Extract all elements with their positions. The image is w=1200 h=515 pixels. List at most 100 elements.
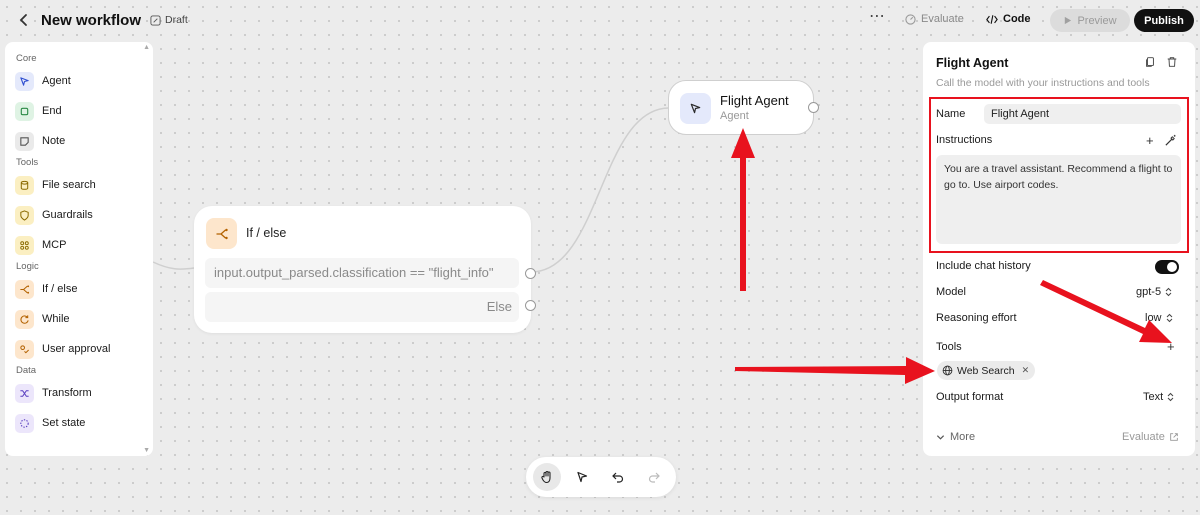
palette-item-label: File search <box>42 179 96 191</box>
draft-badge: Draft <box>150 14 188 26</box>
code-icon <box>986 14 998 24</box>
agent-node-subtitle: Agent <box>720 110 749 122</box>
palette-item-label: Agent <box>42 75 71 87</box>
preview-label: Preview <box>1077 14 1117 27</box>
palette-item-label: End <box>42 105 62 117</box>
palette-item-label: Transform <box>42 387 92 399</box>
section-tools: Tools <box>16 157 39 168</box>
shuffle-icon <box>15 383 34 403</box>
shield-icon <box>15 205 34 225</box>
palette-item-mcp[interactable]: MCP <box>5 230 153 260</box>
condition-output-port[interactable] <box>525 268 536 279</box>
palette-item-user-approval[interactable]: User approval <box>5 334 153 364</box>
section-data: Data <box>16 365 37 376</box>
else-output-port[interactable] <box>525 300 536 311</box>
more-options-button[interactable]: ⋯ <box>868 9 886 28</box>
dotted-circle-icon <box>15 413 34 433</box>
name-field[interactable] <box>984 104 1181 124</box>
chevron-down-icon <box>936 434 945 440</box>
reasoning-label: Reasoning effort <box>936 312 1017 324</box>
inspector-title: Flight Agent <box>936 56 1009 70</box>
external-link-icon <box>1170 433 1178 441</box>
code-label: Code <box>1003 13 1031 25</box>
agent-cursor-icon <box>15 71 34 91</box>
tool-chip-label: Web Search <box>957 364 1015 377</box>
palette-item-label: Guardrails <box>42 209 93 221</box>
more-toggle[interactable]: More <box>936 431 975 443</box>
agent-output-port[interactable] <box>808 102 819 113</box>
approval-icon <box>15 339 34 359</box>
model-select[interactable]: gpt-5 <box>1136 286 1172 298</box>
palette-item-label: If / else <box>42 283 78 295</box>
palette-item-transform[interactable]: Transform <box>5 378 153 408</box>
remove-tool-icon[interactable]: ✕ <box>1022 365 1030 376</box>
palette-item-while[interactable]: While <box>5 304 153 334</box>
undo-icon[interactable] <box>604 463 632 491</box>
workflow-title[interactable]: New workflow <box>41 12 141 29</box>
tool-chip-web-search[interactable]: Web Search ✕ <box>937 361 1036 380</box>
evaluate-button[interactable]: Evaluate <box>905 13 964 25</box>
play-icon <box>1065 16 1072 25</box>
model-value: gpt-5 <box>1136 286 1162 298</box>
condition-branch[interactable]: input.output_parsed.classification == "f… <box>205 258 519 288</box>
palette-item-end[interactable]: End <box>5 96 153 126</box>
if-else-title: If / else <box>246 226 287 240</box>
canvas-toolbar <box>526 457 676 497</box>
palette-item-if-else[interactable]: If / else <box>5 274 153 304</box>
palette-item-file-search[interactable]: File search <box>5 170 153 200</box>
node-inspector-panel: Flight Agent Call the model with your in… <box>923 42 1195 456</box>
inspector-description: Call the model with your instructions an… <box>936 77 1150 89</box>
section-core: Core <box>16 53 37 64</box>
reasoning-value: low <box>1145 312 1162 324</box>
add-tool-icon[interactable]: + <box>1167 339 1175 354</box>
agent-node-title: Flight Agent <box>720 93 789 108</box>
palette-item-label: User approval <box>42 343 111 355</box>
output-format-select[interactable]: Text <box>1143 391 1174 403</box>
magic-wand-icon[interactable] <box>1164 134 1177 147</box>
chevron-updown-icon <box>1166 313 1172 323</box>
note-icon <box>15 131 34 151</box>
preview-button[interactable]: Preview <box>1050 9 1130 32</box>
chat-history-label: Include chat history <box>936 260 1031 272</box>
palette-item-label: MCP <box>42 239 67 251</box>
node-palette: ▲ Core Agent End Note Tools File search … <box>5 42 153 456</box>
output-format-value: Text <box>1143 391 1164 403</box>
copy-icon[interactable] <box>1144 55 1158 69</box>
name-label: Name <box>936 108 966 120</box>
trash-icon[interactable] <box>1166 55 1180 69</box>
instructions-textarea[interactable] <box>936 155 1181 244</box>
globe-icon <box>942 365 953 376</box>
branch-icon <box>206 218 237 249</box>
palette-item-guardrails[interactable]: Guardrails <box>5 200 153 230</box>
chevron-updown-icon <box>1165 287 1172 297</box>
end-square-icon <box>15 101 34 121</box>
evaluate-link-label: Evaluate <box>1122 431 1165 443</box>
branch-icon <box>15 279 34 299</box>
evaluate-link[interactable]: Evaluate <box>1122 431 1179 443</box>
palette-item-label: Set state <box>42 417 86 429</box>
chat-history-toggle[interactable] <box>1155 260 1179 274</box>
code-button[interactable]: Code <box>986 13 1031 25</box>
reasoning-select[interactable]: low <box>1145 312 1173 324</box>
publish-button[interactable]: Publish <box>1134 9 1194 32</box>
add-instruction-icon[interactable]: + <box>1146 133 1154 148</box>
palette-item-note[interactable]: Note <box>5 126 153 156</box>
palette-item-label: Note <box>42 135 66 147</box>
flight-agent-node[interactable]: Flight Agent Agent <box>668 80 819 135</box>
back-arrow-icon[interactable] <box>14 10 34 30</box>
tools-label: Tools <box>936 341 962 353</box>
palette-item-agent[interactable]: Agent <box>5 66 153 96</box>
gauge-icon <box>905 13 916 25</box>
else-branch[interactable]: Else <box>205 292 519 322</box>
scroll-up-icon[interactable]: ▲ <box>143 44 150 51</box>
scroll-down-icon[interactable]: ▼ <box>143 447 150 454</box>
more-label: More <box>950 431 976 443</box>
if-else-node[interactable]: If / else input.output_parsed.classifica… <box>194 206 536 333</box>
mcp-icon <box>15 235 34 255</box>
pointer-tool-icon[interactable] <box>568 463 596 491</box>
hand-tool-icon[interactable] <box>533 463 561 491</box>
chevron-updown-icon <box>1167 392 1174 402</box>
section-logic: Logic <box>16 261 39 272</box>
redo-icon[interactable] <box>640 463 668 491</box>
palette-item-set-state[interactable]: Set state <box>5 408 153 438</box>
